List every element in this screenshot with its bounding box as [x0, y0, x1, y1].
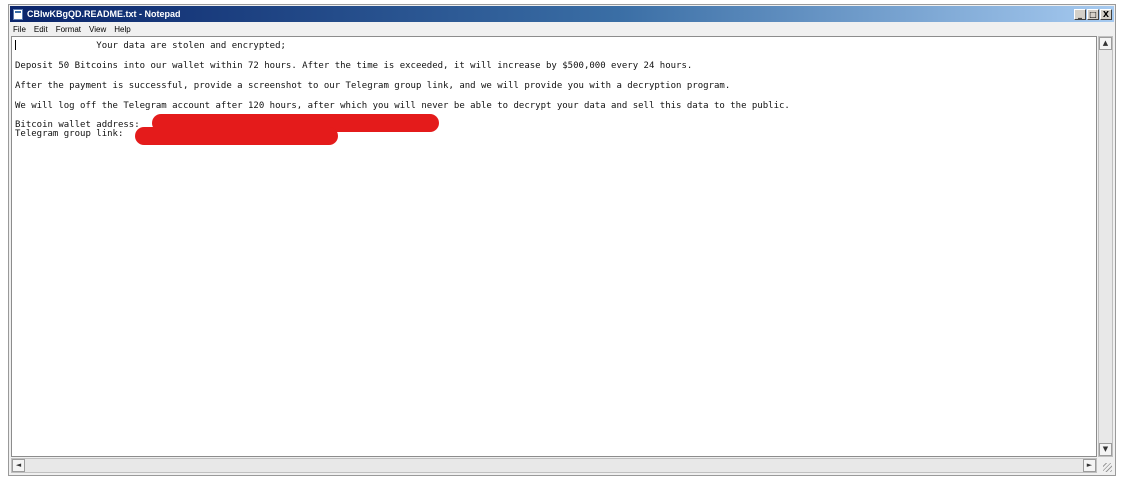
- text-editor[interactable]: Your data are stolen and encrypted; Depo…: [11, 36, 1097, 457]
- maximize-button[interactable]: □: [1087, 8, 1099, 20]
- menu-help[interactable]: Help: [110, 25, 134, 34]
- telegram-redaction-mark: [135, 127, 338, 145]
- scroll-left-icon[interactable]: ◄: [12, 459, 25, 472]
- menu-format[interactable]: Format: [52, 25, 85, 34]
- close-button[interactable]: X: [1100, 8, 1112, 20]
- scroll-right-icon[interactable]: ►: [1083, 459, 1096, 472]
- document-text[interactable]: Your data are stolen and encrypted; Depo…: [15, 39, 1096, 456]
- ransom-heading-line: Your data are stolen and encrypted;: [15, 41, 286, 51]
- payment-line: After the payment is successful, provide…: [15, 81, 731, 91]
- telegram-link-line: Telegram group link:: [15, 129, 124, 139]
- vertical-scrollbar[interactable]: ▲ ▼: [1098, 36, 1113, 457]
- caption-buttons: _ □ X: [1074, 8, 1112, 20]
- title-bar[interactable]: CBlwKBgQD.README.txt - Notepad _ □ X: [10, 6, 1114, 22]
- logoff-line: We will log off the Telegram account aft…: [15, 101, 790, 111]
- menu-bar: File Edit Format View Help: [10, 22, 1114, 36]
- menu-edit[interactable]: Edit: [30, 25, 52, 34]
- menu-file[interactable]: File: [10, 25, 30, 34]
- scroll-up-icon[interactable]: ▲: [1099, 37, 1112, 50]
- menu-view[interactable]: View: [85, 25, 110, 34]
- notepad-app-icon[interactable]: [13, 8, 23, 20]
- minimize-button[interactable]: _: [1074, 8, 1086, 20]
- deposit-line: Deposit 50 Bitcoins into our wallet with…: [15, 61, 693, 71]
- notepad-window: CBlwKBgQD.README.txt - Notepad _ □ X Fil…: [8, 4, 1116, 476]
- resize-grip-icon[interactable]: [1098, 458, 1113, 473]
- window-title: CBlwKBgQD.README.txt - Notepad: [27, 9, 181, 19]
- horizontal-scrollbar[interactable]: ◄ ►: [11, 458, 1097, 473]
- scroll-down-icon[interactable]: ▼: [1099, 443, 1112, 456]
